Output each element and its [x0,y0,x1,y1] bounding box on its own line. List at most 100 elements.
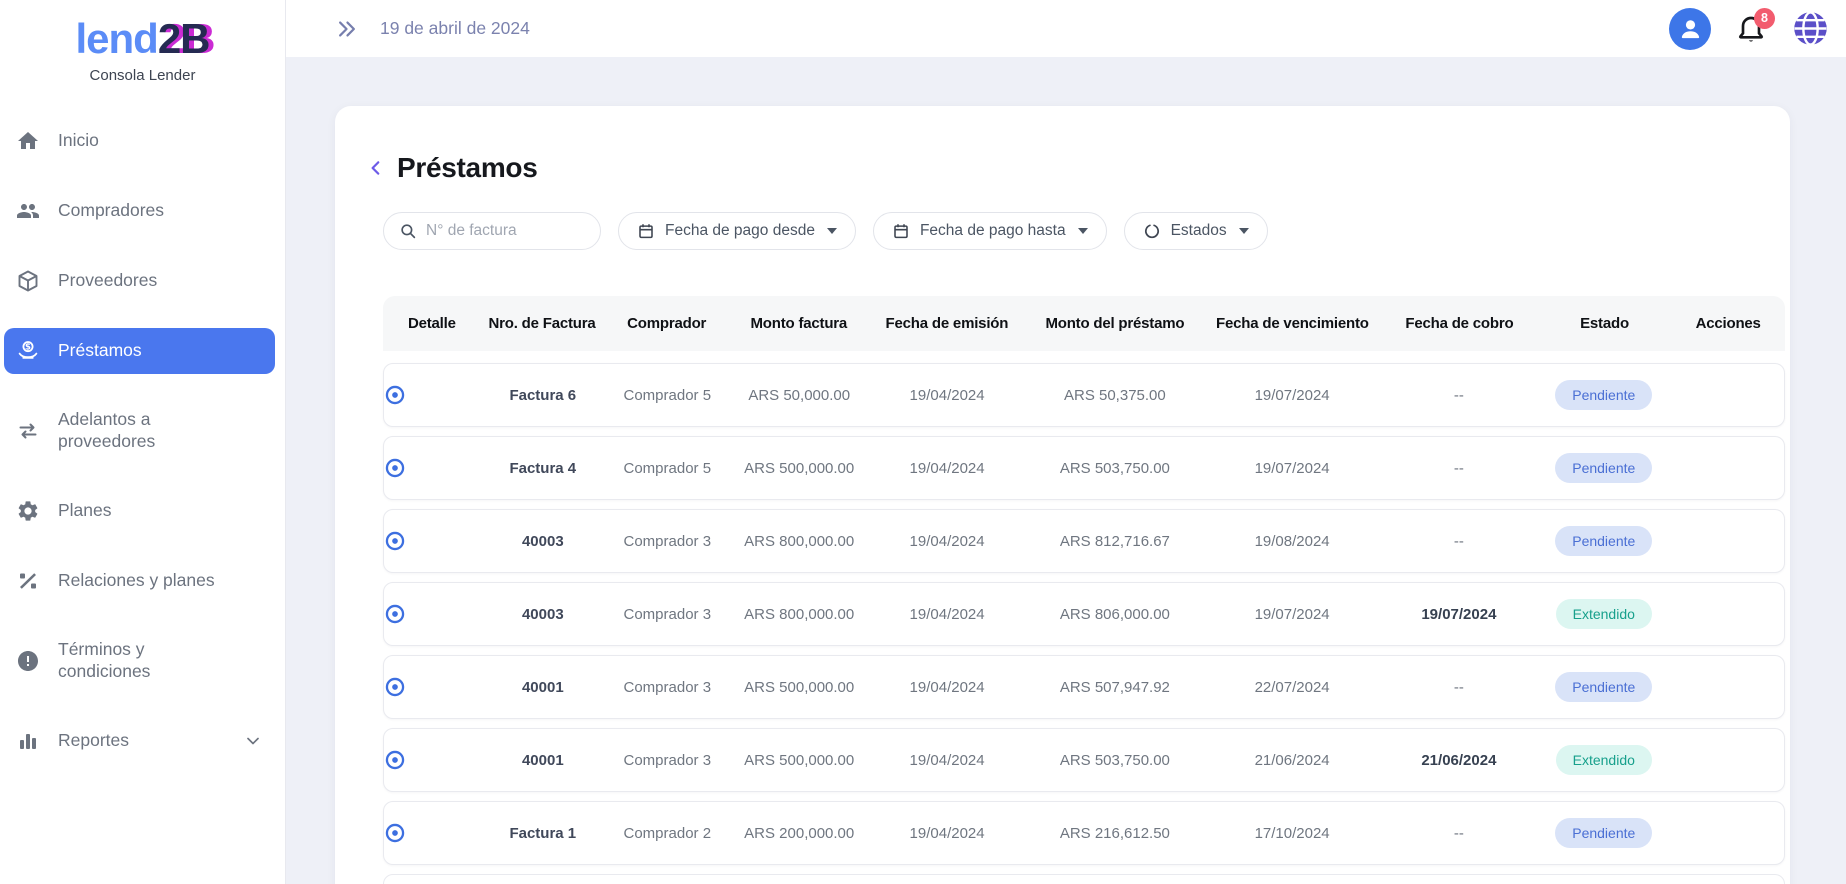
cell-invoice-amount: ARS 500,000.00 [744,751,855,769]
sidebar-item-planes[interactable]: Planes [4,488,275,534]
column-header: Monto del préstamo [1045,315,1185,332]
sidebar-item-label: Reportes [58,729,130,750]
states-filter[interactable]: Estados [1123,212,1268,250]
back-chevron-icon[interactable] [367,159,385,177]
cell-buyer: Comprador 3 [623,532,712,550]
loans-table: Detalle Nro. de Factura Comprador Monto fac… [383,296,1785,884]
sidebar-item-label: Inicio [58,130,99,151]
brand-logo: lend2B Consola Lender [0,0,285,84]
search-icon [399,222,417,240]
eye-icon[interactable] [384,384,482,406]
chevron-down-icon[interactable] [243,731,263,751]
logo-text-lend: lend [75,15,158,62]
column-header: Estado [1580,315,1629,332]
eye-icon[interactable] [384,822,482,844]
cell-issue-date: 19/04/2024 [909,386,985,404]
cell-due-date: 21/06/2024 [1254,751,1330,769]
content-column: 19 de abril de 2024 8 Préstamos N° de fa… [286,0,1846,884]
page-title: Préstamos [397,152,538,183]
eye-icon[interactable] [384,530,482,552]
cell-buyer: Comprador 2 [623,824,712,842]
cell-collection-date: -- [1453,678,1464,696]
table-row: 40001 Comprador 3 ARS 500,000.00 19/04/2… [383,728,1785,792]
cell-collection-date: -- [1453,459,1464,477]
people-icon [16,199,40,223]
gear-icon [16,499,40,523]
status-badge: Pendiente [1555,818,1653,848]
calendar-icon [892,222,910,240]
cell-due-date: 19/07/2024 [1254,459,1330,477]
sidebar-item-compradores[interactable]: Compradores [4,188,275,234]
chevron-down-icon [1077,228,1088,234]
language-globe-icon[interactable] [1791,9,1830,48]
cell-invoice-number: Factura 1 [509,824,577,842]
package-icon [16,269,40,293]
loans-icon: $ [16,339,40,363]
percent-icon [16,569,40,593]
eye-icon[interactable] [384,749,482,771]
cell-invoice-amount: ARS 500,000.00 [744,459,855,477]
cell-loan-amount: ARS 503,750.00 [1059,459,1170,477]
column-header: Comprador [627,315,707,332]
sidebar-nav: Inicio Compradores Proveedores $ Préstam… [0,118,285,884]
cell-due-date: 17/10/2024 [1254,824,1330,842]
cell-due-date: 19/07/2024 [1254,605,1330,623]
home-icon [16,129,40,153]
sidebar-item-inicio[interactable]: Inicio [4,118,275,164]
cell-collection-date: 19/07/2024 [1421,605,1497,623]
sidebar-item-reportes[interactable]: Reportes [4,718,275,764]
cell-invoice-number: Factura 6 [509,386,577,404]
cell-invoice-amount: ARS 50,000.00 [748,386,851,404]
table-row: 40003 Comprador 3 ARS 800,000.00 19/04/2… [383,582,1785,646]
user-avatar[interactable] [1669,7,1711,50]
sidebar-item-pr-stamos[interactable]: $ Préstamos [4,328,275,375]
states-label: Estados [1170,222,1227,239]
sidebar-item-adelantos-a-proveedores[interactable]: Adelantos a proveedores [4,398,275,464]
cell-due-date: 19/08/2024 [1254,532,1330,550]
cell-invoice-number: 40003 [521,605,564,623]
cell-invoice-amount: ARS 500,000.00 [744,678,855,696]
column-header: Fecha de vencimiento [1216,315,1369,332]
eye-icon[interactable] [384,603,482,625]
cell-issue-date: 19/04/2024 [909,678,985,696]
sidebar-item-proveedores[interactable]: Proveedores [4,258,275,304]
cell-invoice-amount: ARS 800,000.00 [744,605,855,623]
notification-count-badge: 8 [1754,7,1775,29]
cell-invoice-amount: ARS 200,000.00 [744,824,855,842]
brand-subtitle: Consola Lender [89,67,196,85]
cell-loan-amount: ARS 806,000.00 [1059,605,1170,623]
cell-collection-date: -- [1453,532,1464,550]
invoice-search-input[interactable] [426,222,588,240]
date-from-filter[interactable]: Fecha de pago desde [618,212,856,250]
main-area: Préstamos Fecha de pago desde Fecha de p… [286,57,1846,884]
table-row: 40001 Comprador 3 ARS 500,000.00 19/04/2… [383,655,1785,719]
sidebar-item-label: Préstamos [58,340,142,361]
invoice-search-box[interactable] [383,212,601,250]
current-date: 19 de abril de 2024 [380,18,530,38]
sidebar-item-relaciones-y-planes[interactable]: Relaciones y planes [4,558,275,604]
date-to-filter[interactable]: Fecha de pago hasta [872,212,1107,250]
notifications-bell-icon[interactable]: 8 [1735,7,1775,46]
sidebar-item-label: Relaciones y planes [58,570,215,590]
column-header: Acciones [1695,315,1761,332]
status-badge: Pendiente [1555,453,1653,483]
eye-icon[interactable] [384,676,482,698]
cell-issue-date: 19/04/2024 [909,532,985,550]
sidebar-item-label: Proveedores [58,270,158,291]
sidebar-item-label: Compradores [58,200,165,221]
cell-collection-date: -- [1453,824,1464,842]
status-badge: Extendido [1555,599,1652,629]
date-to-label: Fecha de pago hasta [919,222,1066,239]
sidebar-collapse-icon[interactable] [336,18,358,40]
chart-icon [16,729,40,753]
cell-loan-amount: ARS 812,716.67 [1059,532,1170,550]
swap-icon [16,419,40,443]
eye-icon[interactable] [384,457,482,479]
sidebar-item-t-rminos-y-condiciones[interactable]: Términos y condiciones [4,628,275,694]
status-badge: Extendido [1555,745,1652,775]
status-badge: Pendiente [1555,380,1653,410]
cell-due-date: 22/07/2024 [1254,678,1330,696]
status-badge: Pendiente [1555,526,1653,556]
sidebar-item-label: Adelantos a proveedores [58,409,156,452]
column-header: Monto factura [750,315,848,332]
